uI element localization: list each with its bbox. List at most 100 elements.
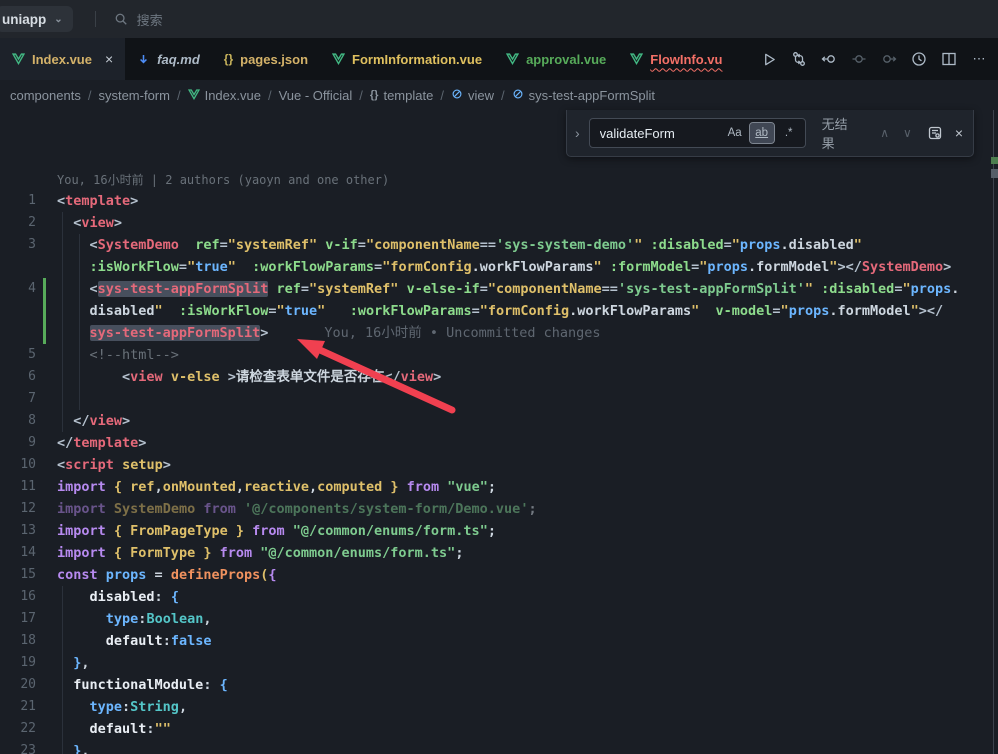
indent-guide (62, 608, 63, 630)
search-placeholder: 搜索 (137, 10, 163, 29)
navigate-forward-icon[interactable] (876, 46, 902, 72)
code-row[interactable]: 20 functionalModule: { (0, 674, 998, 696)
run-icon[interactable] (756, 46, 782, 72)
line-number: 21 (0, 696, 36, 718)
indent-guide (79, 322, 80, 344)
tab-label: Index.vue (32, 52, 92, 67)
split-editor-icon[interactable] (936, 46, 962, 72)
code-row[interactable]: 7 (0, 388, 998, 410)
indent-guide (62, 322, 63, 344)
editor-actions: ⋯ (756, 38, 998, 80)
breadcrumb-view[interactable]: view (451, 88, 494, 103)
code-row[interactable]: 15const props = defineProps({ (0, 564, 998, 586)
breadcrumb-index-vue[interactable]: Index.vue (188, 88, 261, 103)
indent-guide (62, 718, 63, 740)
tab-pages-json[interactable]: {} pages.json (212, 38, 320, 80)
vue-icon (332, 53, 345, 65)
navigate-circle-icon[interactable] (846, 46, 872, 72)
code-row[interactable]: 5 <!--html--> (0, 344, 998, 366)
tab-flowinfo-vue[interactable]: FlowInfo.vu (618, 38, 734, 80)
tab-label: FlowInfo.vu (650, 52, 722, 67)
previous-match-icon[interactable]: ∧ (873, 126, 896, 140)
code-row[interactable]: 6 <view v-else >请检查表单文件是否存在</view> (0, 366, 998, 388)
line-number: 11 (0, 476, 36, 498)
remote-project-button[interactable]: uniapp ⌄ (0, 6, 73, 32)
code-row[interactable]: 19 }, (0, 652, 998, 674)
tab-label: FormInformation.vue (352, 52, 482, 67)
next-match-icon[interactable]: ∨ (896, 126, 919, 140)
git-change-bar (43, 300, 46, 322)
line-number: 5 (0, 344, 36, 366)
command-center-search[interactable]: 搜索 (114, 10, 163, 29)
regex-button[interactable]: .* (777, 123, 801, 143)
code-row[interactable]: 16 disabled: { (0, 586, 998, 608)
close-icon[interactable]: × (949, 125, 973, 141)
code-row[interactable]: 1<template> (0, 190, 998, 212)
line-number (0, 300, 36, 322)
indent-guide (79, 366, 80, 388)
indent-guide (62, 674, 63, 696)
indent-guide (62, 740, 63, 754)
indent-guide (62, 696, 63, 718)
close-icon[interactable]: × (105, 51, 113, 67)
indent-guide (62, 410, 63, 432)
indent-guide (62, 234, 63, 256)
code-row[interactable]: 8 </view> (0, 410, 998, 432)
code-row[interactable]: 18 default:false (0, 630, 998, 652)
breadcrumb-template[interactable]: {} template (370, 88, 433, 103)
code-row[interactable]: disabled" :isWorkFlow="true" :workFlowPa… (0, 300, 998, 322)
tab-faq-md[interactable]: faq.md (125, 38, 212, 80)
code-row[interactable]: 21 type:String, (0, 696, 998, 718)
tab-bar: Index.vue × faq.md {} pages.json FormInf… (0, 38, 998, 80)
code-row[interactable]: 12import SystemDemo from '@/components/s… (0, 498, 998, 520)
search-icon (114, 12, 128, 26)
line-number: 18 (0, 630, 36, 652)
git-change-bar (43, 278, 46, 300)
overview-ruler[interactable] (993, 110, 994, 754)
indent-guide (79, 256, 80, 278)
more-actions-icon[interactable]: ⋯ (966, 46, 992, 72)
indent-guide (62, 256, 63, 278)
match-case-button[interactable]: Aa (723, 123, 747, 143)
code-row[interactable]: 3 <SystemDemo ref="systemRef" v-if="comp… (0, 234, 998, 256)
git-compare-icon[interactable] (786, 46, 812, 72)
overview-ruler-modified-mark (991, 157, 998, 164)
toggle-replace-icon[interactable]: › (567, 125, 589, 141)
find-input-box[interactable]: Aa ab .* (589, 118, 806, 148)
breadcrumb-components[interactable]: components (10, 88, 81, 103)
timeline-icon[interactable] (906, 46, 932, 72)
line-number: 23 (0, 740, 36, 754)
tab-index-vue[interactable]: Index.vue × (0, 38, 125, 80)
code-row[interactable]: 22 default:"" (0, 718, 998, 740)
code-row[interactable]: 4 <sys-test-appFormSplit ref="systemRef"… (0, 278, 998, 300)
code-row[interactable]: 17 type:Boolean, (0, 608, 998, 630)
line-number: 2 (0, 212, 36, 234)
tab-forminformation-vue[interactable]: FormInformation.vue (320, 38, 494, 80)
code-row[interactable]: 13import { FromPageType } from "@/common… (0, 520, 998, 542)
code-row[interactable]: :isWorkFlow="true" :workFlowParams="form… (0, 256, 998, 278)
line-number: 20 (0, 674, 36, 696)
breadcrumb-separator: / (268, 88, 272, 103)
navigate-back-icon[interactable] (816, 46, 842, 72)
tab-approval-vue[interactable]: approval.vue (494, 38, 618, 80)
code-row[interactable]: 23 }, (0, 740, 998, 754)
code-row[interactable]: 10<script setup> (0, 454, 998, 476)
code-row[interactable]: sys-test-appFormSplit>You, 16小时前 • Uncom… (0, 322, 998, 344)
find-widget: › Aa ab .* 无结果 ∧ ∨ × (566, 110, 974, 157)
breadcrumb-vue-official[interactable]: Vue - Official (279, 88, 353, 103)
inline-blame: You, 16小时前 • Uncommitted changes (324, 325, 600, 341)
code-row[interactable]: 11import { ref,onMounted,reactive,comput… (0, 476, 998, 498)
breadcrumb-system-form[interactable]: system-form (98, 88, 170, 103)
code-editor[interactable]: You, 16小时前 | 2 authors (yaoyn and one ot… (0, 110, 998, 754)
line-number: 3 (0, 234, 36, 256)
code-row[interactable]: 2 <view> (0, 212, 998, 234)
whole-word-button[interactable]: ab (750, 123, 774, 143)
find-in-selection-icon[interactable] (927, 125, 943, 141)
indent-guide (79, 278, 80, 300)
blame-lens-row[interactable]: You, 16小时前 | 2 authors (yaoyn and one ot… (0, 170, 998, 190)
code-row[interactable]: 9</template> (0, 432, 998, 454)
breadcrumb-sys-test-appformsplit[interactable]: sys-test-appFormSplit (512, 88, 655, 103)
line-number: 7 (0, 388, 36, 410)
code-row[interactable]: 14import { FormType } from "@/common/enu… (0, 542, 998, 564)
find-input[interactable] (598, 125, 720, 142)
